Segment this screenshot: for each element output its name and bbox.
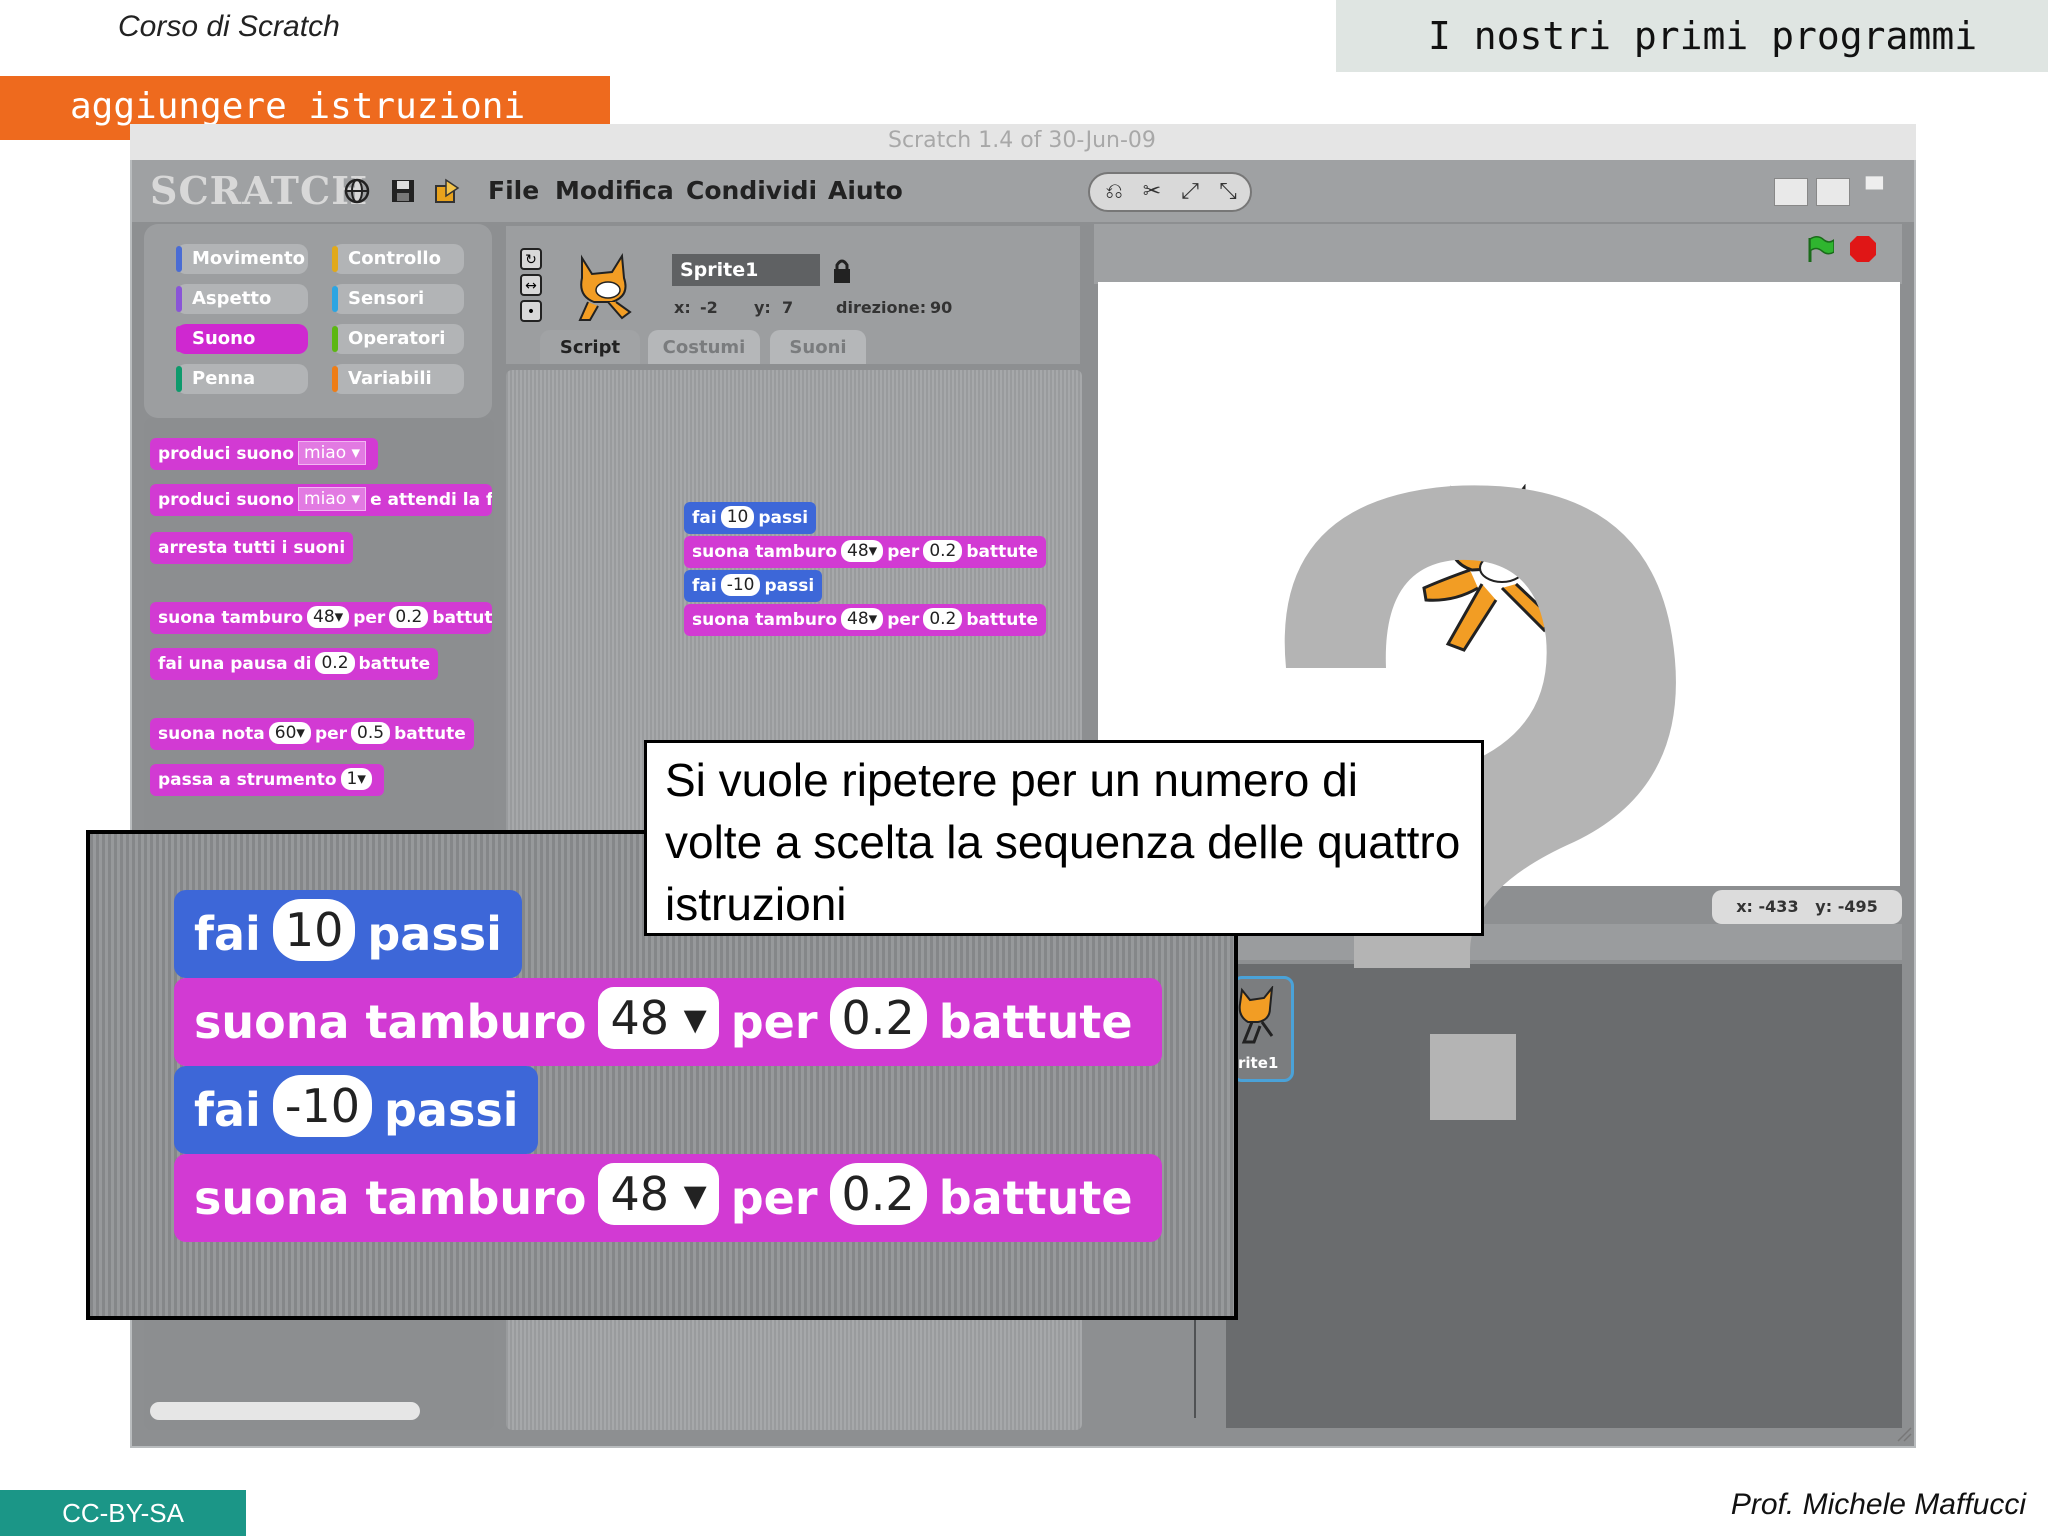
- flip-icon[interactable]: ↔: [520, 274, 542, 296]
- share-icon[interactable]: [432, 176, 462, 206]
- category-movimento[interactable]: Movimento: [176, 244, 308, 274]
- window-title: Scratch 1.4 of 30-Jun-09: [888, 128, 1156, 153]
- zoom-block-drum-2[interactable]: suona tamburo 48 ▾ per 0.2 battute: [174, 1154, 1162, 1242]
- green-flag-icon[interactable]: [1804, 234, 1835, 264]
- sprite-y-label: y:: [754, 298, 771, 317]
- sprite-x-label: x:: [674, 298, 691, 317]
- grow-icon[interactable]: ⤢: [1176, 178, 1204, 206]
- section-title: aggiungere istruzioni: [70, 86, 526, 127]
- menu-aiuto[interactable]: Aiuto: [828, 176, 903, 205]
- category-sensori[interactable]: Sensori: [332, 284, 464, 314]
- category-suono[interactable]: Suono: [176, 324, 308, 354]
- globe-icon[interactable]: [342, 176, 372, 206]
- block-stop-all-sounds[interactable]: arresta tutti i suoni: [150, 532, 354, 564]
- zoom-block-move-10[interactable]: fai 10 passi: [174, 890, 522, 978]
- category-penna[interactable]: Penna: [176, 364, 308, 394]
- sprite-direction-value: 90: [930, 298, 953, 317]
- block-play-drum[interactable]: suona tamburo48▾per0.2battute: [150, 602, 492, 634]
- category-operatori[interactable]: Operatori: [332, 324, 464, 354]
- zoom-block-drum-1[interactable]: suona tamburo 48 ▾ per 0.2 battute: [174, 978, 1162, 1066]
- stamp-icon[interactable]: ⎌: [1100, 178, 1128, 206]
- topic-title: I nostri primi programmi: [1428, 14, 1978, 58]
- sprite-x-value: -2: [700, 298, 718, 317]
- tab-suoni[interactable]: Suoni: [770, 330, 866, 364]
- block-play-sound-wait[interactable]: produci suonomiao ▾e attendi la fine: [150, 484, 492, 516]
- no-rotate-icon[interactable]: •: [520, 300, 542, 322]
- category-controllo[interactable]: Controllo: [332, 244, 464, 274]
- resize-grip-icon[interactable]: [1896, 1426, 1912, 1442]
- tab-costumi[interactable]: Costumi: [648, 330, 760, 364]
- menu-condividi[interactable]: Condividi: [686, 176, 817, 205]
- tab-script[interactable]: Script: [540, 330, 640, 364]
- block-rest[interactable]: fai una pausa di 0.2 battute: [150, 648, 439, 680]
- callout-text: Si vuole ripetere per un numero di volte…: [644, 740, 1484, 936]
- author-name: Prof. Michele Maffucci: [1730, 1488, 2026, 1521]
- sprite-direction-label: direzione:: [836, 298, 927, 317]
- presentation-icon[interactable]: ▀: [1866, 178, 1890, 204]
- course-title: Corso di Scratch: [118, 10, 340, 43]
- category-variabili[interactable]: Variabili: [332, 364, 464, 394]
- palette-scrollbar[interactable]: [150, 1402, 420, 1420]
- category-aspetto[interactable]: Aspetto: [176, 284, 308, 314]
- normal-stage-icon[interactable]: [1816, 178, 1850, 206]
- script-drum-1[interactable]: suona tamburo 48▾ per 0.2 battute: [684, 536, 1047, 568]
- sprite-name-field[interactable]: Sprite1: [672, 254, 820, 286]
- stage-header: [1094, 224, 1902, 284]
- stop-icon[interactable]: [1848, 234, 1878, 264]
- sprite-cat-thumbnail: [568, 246, 646, 328]
- script-move-10[interactable]: fai 10 passi: [684, 502, 817, 534]
- menu-modifica[interactable]: Modifica: [555, 176, 674, 205]
- menu-file[interactable]: File: [488, 176, 539, 205]
- zoom-block-move-minus10[interactable]: fai -10 passi: [174, 1066, 539, 1154]
- rotate-icon[interactable]: ↻: [520, 248, 542, 270]
- block-set-instrument[interactable]: passa a strumento 1▾: [150, 764, 384, 796]
- shrink-icon[interactable]: ⤡: [1214, 178, 1242, 206]
- script-move-minus10[interactable]: fai -10 passi: [684, 570, 823, 602]
- scissors-icon[interactable]: ✂: [1138, 178, 1166, 206]
- block-play-note[interactable]: suona nota 60▾ per 0.5 battute: [150, 718, 474, 750]
- license-badge: CC-BY-SA: [0, 1490, 246, 1536]
- stage-mouse-coords: x: -433 y: -495: [1712, 890, 1902, 924]
- scratch-logo: SCRATCH: [150, 168, 369, 213]
- block-play-sound[interactable]: produci suono miao ▾: [150, 438, 379, 470]
- sprite-y-value: 7: [782, 298, 794, 317]
- script-drum-2[interactable]: suona tamburo 48▾ per 0.2 battute: [684, 604, 1047, 636]
- lock-icon[interactable]: [832, 258, 852, 284]
- save-icon[interactable]: [388, 176, 418, 206]
- small-stage-icon[interactable]: [1774, 178, 1808, 206]
